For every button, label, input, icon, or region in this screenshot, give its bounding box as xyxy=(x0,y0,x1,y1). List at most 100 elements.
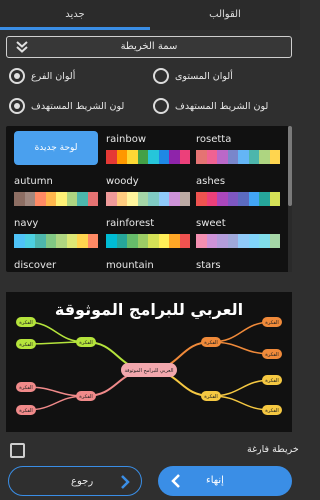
swatch xyxy=(196,234,207,248)
map-theme-label: سمة الخريطة xyxy=(120,41,178,52)
swatch xyxy=(148,150,159,164)
swatch xyxy=(66,192,77,206)
topic-node-label: الفكرة xyxy=(265,352,279,358)
swatch xyxy=(106,234,117,248)
swatch xyxy=(127,192,138,206)
swatch xyxy=(227,192,238,206)
swatch xyxy=(35,234,46,248)
mindmap-preview-graphic: الفكرة الفكرة الفكرة الفكرة الفكرة الفكرة الفك… xyxy=(16,317,282,415)
theme-swatches-rainforest[interactable] xyxy=(106,234,190,248)
blank-map-label: خريطة فارغة xyxy=(247,444,299,455)
theme-name-stars[interactable]: stars xyxy=(196,260,221,271)
swatch xyxy=(56,192,67,206)
swatch xyxy=(24,234,35,248)
swatch xyxy=(238,234,249,248)
sub-branch-line xyxy=(210,321,273,343)
topic-node-label: الفكرة xyxy=(204,340,218,346)
new-board-button[interactable]: لوحة جديدة xyxy=(14,131,98,165)
topic-node-label: الفكرة xyxy=(19,385,33,391)
swatch xyxy=(179,234,190,248)
chevron-left-icon xyxy=(171,474,180,488)
swatch xyxy=(206,234,217,248)
topic-node-label: الفكرة xyxy=(19,408,33,414)
theme-swatches-ashes[interactable] xyxy=(196,192,280,206)
swatch xyxy=(87,192,98,206)
swatch xyxy=(269,150,280,164)
central-topic-label: العربي للبرامج الموثوقة xyxy=(125,368,174,374)
topic-node-label: الفكرة xyxy=(204,394,218,400)
swatch xyxy=(158,234,169,248)
theme-name-autumn[interactable]: autumn xyxy=(14,176,53,187)
swatch xyxy=(127,150,138,164)
swatch xyxy=(169,234,180,248)
tab-templates[interactable]: القوالب xyxy=(150,0,300,30)
theme-swatches-rainbow[interactable] xyxy=(106,150,190,164)
chevron-right-icon xyxy=(121,475,130,489)
theme-name-rainbow[interactable]: rainbow xyxy=(106,134,146,145)
theme-name-rainforest[interactable]: rainforest xyxy=(106,218,154,229)
swatch xyxy=(158,150,169,164)
back-button[interactable]: رجوع xyxy=(8,466,142,496)
theme-name-navy[interactable]: navy xyxy=(14,218,38,229)
radio-level-colors-label: ألوان المستوى xyxy=(175,71,233,82)
tab-new[interactable]: جديد xyxy=(0,0,150,30)
theme-swatches-navy[interactable] xyxy=(14,234,98,248)
radio-branch-colors-label: ألوان الفرع xyxy=(31,71,76,82)
swatch xyxy=(217,192,228,206)
swatch xyxy=(158,192,169,206)
theme-name-rosetta[interactable]: rosetta xyxy=(196,134,231,145)
swatch xyxy=(179,192,190,206)
swatch xyxy=(137,192,148,206)
swatch xyxy=(87,234,98,248)
active-tab-indicator xyxy=(0,27,150,30)
swatch xyxy=(238,192,249,206)
swatch xyxy=(248,234,259,248)
map-preview: العربي للبرامج الموثوقة الفكرة الفكرة الفك… xyxy=(6,292,292,432)
back-button-label: رجوع xyxy=(71,476,94,487)
done-button[interactable]: إنهاء xyxy=(158,466,292,496)
swatch xyxy=(77,192,88,206)
theme-name-ashes[interactable]: ashes xyxy=(196,176,225,187)
theme-swatches-woody[interactable] xyxy=(106,192,190,206)
swatch xyxy=(66,234,77,248)
radio-target-bar-colors-left-label: لون الشريط المستهدف xyxy=(31,101,125,112)
radio-level-colors[interactable] xyxy=(153,68,169,84)
swatch xyxy=(196,150,207,164)
swatch xyxy=(24,192,35,206)
theme-name-discover[interactable]: discover xyxy=(14,260,56,271)
swatch xyxy=(148,234,159,248)
topic-node-label: الفكرة xyxy=(19,342,33,348)
topic-node-label: الفكرة xyxy=(19,320,33,326)
swatch xyxy=(269,234,280,248)
swatch xyxy=(179,150,190,164)
theme-grid-scroll-thumb[interactable] xyxy=(288,126,292,206)
theme-name-sweet[interactable]: sweet xyxy=(196,218,226,229)
topic-node-label: الفكرة xyxy=(265,320,279,326)
swatch xyxy=(227,234,238,248)
swatch xyxy=(45,234,56,248)
theme-swatches-rosetta[interactable] xyxy=(196,150,280,164)
topic-node-label: الفكرة xyxy=(265,378,279,384)
swatch xyxy=(169,150,180,164)
swatch xyxy=(248,192,259,206)
theme-name-mountain[interactable]: mountain xyxy=(106,260,154,271)
swatch xyxy=(269,192,280,206)
swatch xyxy=(116,150,127,164)
swatch xyxy=(196,192,207,206)
theme-name-woody[interactable]: woody xyxy=(106,176,139,187)
radio-target-bar-colors-right-label: لون الشريط المستهدف xyxy=(175,101,269,112)
theme-swatches-sweet[interactable] xyxy=(196,234,280,248)
radio-target-bar-colors-right[interactable] xyxy=(153,98,169,114)
radio-branch-colors[interactable] xyxy=(9,68,25,84)
swatch xyxy=(137,150,148,164)
swatch xyxy=(45,192,56,206)
theme-swatches-autumn[interactable] xyxy=(14,192,98,206)
blank-map-checkbox[interactable] xyxy=(10,443,25,458)
swatch xyxy=(227,150,238,164)
theme-grid: لوحة جديدة rainbow rosetta autumn woody ashe… xyxy=(6,126,292,272)
swatch xyxy=(206,150,217,164)
done-button-label: إنهاء xyxy=(206,475,224,486)
swatch xyxy=(206,192,217,206)
map-theme-dropdown[interactable]: سمة الخريطة xyxy=(6,36,292,58)
radio-target-bar-colors-left[interactable] xyxy=(9,98,25,114)
